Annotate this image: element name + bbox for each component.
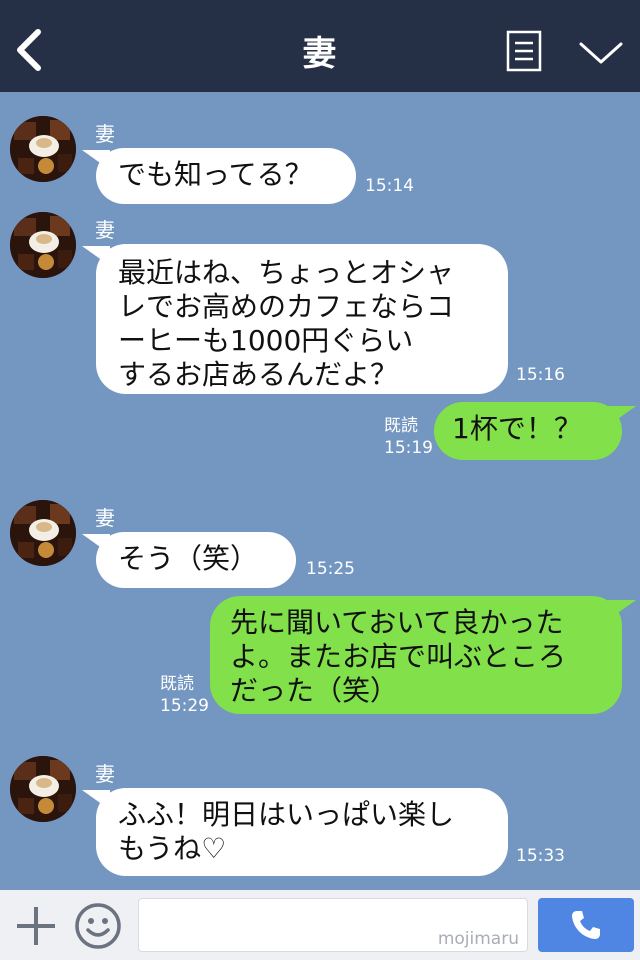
sender-name: 妻 [95, 506, 115, 530]
chat-header: 妻 [0, 0, 640, 92]
message-text-line: レでお高めのカフェならコ [118, 290, 455, 323]
chevron-down-icon[interactable] [578, 38, 624, 68]
message-text-line: するお店あるんだよ？ [118, 358, 399, 391]
avatar[interactable] [10, 212, 76, 278]
avatar[interactable] [10, 116, 76, 182]
chat-title: 妻 [302, 34, 338, 74]
message-bubble-received[interactable]: 最近はね、ちょっとオシャ レでお高めのカフェならコ ーヒーも1000円ぐらい す… [82, 244, 508, 394]
message-bubble-received[interactable]: ふふ！明日はいっぱい楽し もうね♡ [82, 788, 508, 876]
phone-icon [572, 911, 600, 939]
chocolate-avatar-image [10, 756, 76, 822]
message-time: 15:14 [365, 176, 414, 196]
avatar[interactable] [10, 500, 76, 566]
message-text: 1杯で！？ [452, 412, 582, 445]
sender-name: 妻 [95, 218, 115, 242]
message-bubble-received[interactable]: でも知ってる？ [82, 148, 356, 204]
call-button[interactable] [538, 898, 634, 952]
message-bubble-sent[interactable]: 先に聞いておいて良かった よ。またお店で叫ぶところ だった（笑） [210, 596, 636, 714]
smile-icon[interactable] [74, 902, 122, 950]
message-text: そう（笑） [118, 542, 259, 575]
sender-name: 妻 [95, 122, 115, 146]
message-time: 15:29 [160, 696, 209, 716]
message-bubble-received[interactable]: そう（笑） [82, 532, 296, 588]
chocolate-avatar-image [10, 212, 76, 278]
message-text-line: 先に聞いておいて良かった [230, 606, 564, 639]
chocolate-avatar-image [10, 500, 76, 566]
message-input[interactable]: mojimaru [138, 898, 528, 952]
message-text-line: ーヒーも1000円ぐらい [118, 324, 414, 357]
input-bar: mojimaru [0, 890, 640, 960]
message-time: 15:16 [516, 365, 565, 385]
read-receipt: 既読 [384, 416, 418, 436]
chat-messages[interactable]: 妻 でも知ってる？ 15:14 妻 最近はね、ちょっとオシャ レでお高めのカフェ… [0, 92, 640, 890]
chocolate-avatar-image [10, 116, 76, 182]
message-bubble-sent[interactable]: 1杯で！？ [434, 402, 636, 460]
message-text-line: ふふ！明日はいっぱい楽し [118, 798, 455, 831]
message-text-line: 最近はね、ちょっとオシャ [118, 256, 455, 289]
message-time: 15:33 [516, 846, 565, 866]
message-time: 15:19 [384, 438, 433, 458]
sender-name: 妻 [95, 762, 115, 786]
message-text: でも知ってる？ [118, 158, 313, 191]
message-text-line: よ。またお店で叫ぶところ [230, 640, 567, 673]
watermark-text: mojimaru [437, 929, 519, 949]
menu-list-icon[interactable] [506, 30, 542, 72]
message-time: 15:25 [306, 559, 355, 579]
avatar[interactable] [10, 756, 76, 822]
read-receipt: 既読 [160, 674, 194, 694]
message-text-line: もうね♡ [118, 832, 227, 865]
message-text-line: だった（笑） [230, 674, 399, 707]
plus-icon[interactable] [14, 904, 58, 948]
